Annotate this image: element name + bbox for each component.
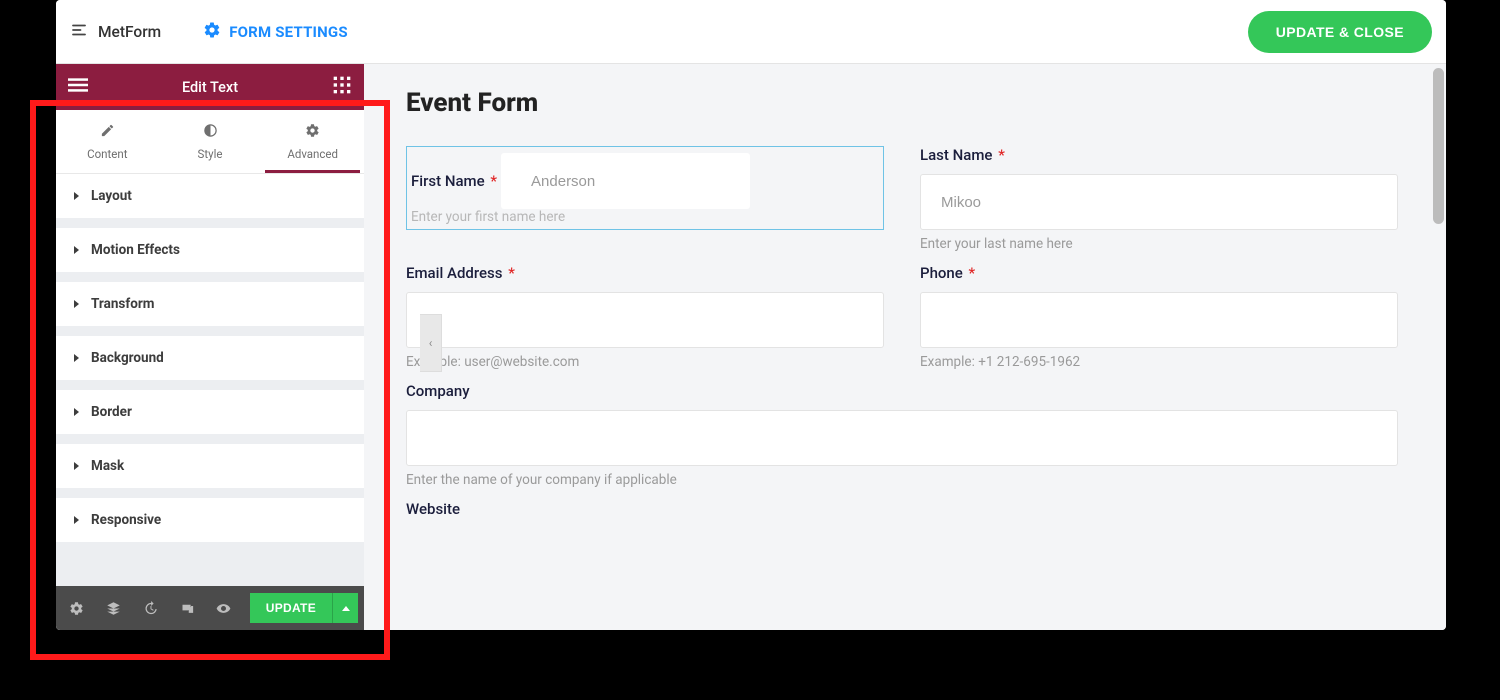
phone-field[interactable]: Phone * Example: +1 212-695-1962 (920, 264, 1398, 370)
panel-background[interactable]: Background (56, 336, 364, 380)
canvas-wrap: Event Form First Name * Enter your first… (364, 64, 1446, 630)
chevron-right-icon (74, 300, 79, 308)
apps-icon[interactable] (332, 75, 352, 99)
form-settings-link[interactable]: FORM SETTINGS (203, 21, 348, 43)
tab-content-label: Content (87, 147, 127, 161)
required-marker: * (490, 172, 497, 190)
form-row-2: Email Address * Example: user@website.co… (406, 264, 1398, 382)
menu-icon[interactable] (68, 75, 88, 99)
editor-header: Edit Text (56, 64, 364, 110)
scrollbar-thumb[interactable] (1433, 68, 1444, 224)
editor-title: Edit Text (182, 79, 238, 96)
chevron-right-icon (74, 354, 79, 362)
sidebar: Edit Text Content Style Advanced (56, 64, 364, 630)
update-button[interactable]: UPDATE (250, 593, 332, 623)
chevron-right-icon (74, 192, 79, 200)
chevron-right-icon (74, 462, 79, 470)
first-name-input[interactable] (501, 153, 750, 209)
metform-icon (70, 21, 88, 43)
phone-help: Example: +1 212-695-1962 (920, 354, 1398, 370)
panel-label: Responsive (91, 512, 161, 528)
email-help: Example: user@website.com (406, 354, 884, 370)
panel-label: Background (91, 350, 164, 366)
chevron-right-icon (74, 246, 79, 254)
update-and-close-button[interactable]: UPDATE & CLOSE (1248, 11, 1432, 53)
sidebar-footer: UPDATE (56, 586, 364, 630)
canvas: Event Form First Name * Enter your first… (364, 64, 1446, 550)
tab-style-label: Style (198, 147, 223, 161)
panel-responsive[interactable]: Responsive (56, 498, 364, 542)
form-row-1: First Name * Enter your first name here … (406, 146, 1398, 264)
tab-advanced-label: Advanced (287, 147, 338, 161)
pencil-icon (100, 123, 115, 141)
phone-label: Phone * (920, 264, 1398, 282)
update-dropdown-button[interactable] (332, 593, 358, 623)
gear-icon (305, 123, 320, 141)
first-name-help: Enter your first name here (407, 209, 883, 225)
last-name-help: Enter your last name here (920, 236, 1398, 252)
company-help: Enter the name of your company if applic… (406, 472, 1398, 488)
panel-motion-effects[interactable]: Motion Effects (56, 228, 364, 272)
required-marker: * (969, 264, 976, 282)
responsive-tool[interactable] (176, 597, 198, 619)
chevron-up-icon (342, 606, 350, 611)
panel-label: Layout (91, 188, 132, 204)
panel-layout[interactable]: Layout (56, 174, 364, 218)
panel-transform[interactable]: Transform (56, 282, 364, 326)
preview-tool[interactable] (213, 597, 235, 619)
form-title: Event Form (406, 88, 1398, 118)
advanced-panels: Layout Motion Effects Transform Backgrou… (56, 174, 364, 586)
first-name-label: First Name * (407, 172, 497, 190)
company-label: Company (406, 382, 1398, 400)
panel-label: Transform (91, 296, 154, 312)
website-field[interactable]: Website (406, 500, 1398, 528)
phone-input[interactable] (920, 292, 1398, 348)
website-label: Website (406, 500, 1398, 518)
company-field[interactable]: Company Enter the name of your company i… (406, 382, 1398, 488)
required-marker: * (998, 146, 1005, 164)
tab-content[interactable]: Content (56, 110, 159, 173)
update-split: UPDATE (250, 593, 358, 623)
scrollbar-track[interactable] (1433, 68, 1444, 628)
tabstrip: Content Style Advanced (56, 110, 364, 174)
company-input[interactable] (406, 410, 1398, 466)
email-input[interactable] (406, 292, 884, 348)
tab-advanced[interactable]: Advanced (261, 110, 364, 173)
body: Edit Text Content Style Advanced (56, 64, 1446, 630)
email-label: Email Address * (406, 264, 884, 282)
topbar: MetForm FORM SETTINGS UPDATE & CLOSE (56, 0, 1446, 64)
form-settings-label: FORM SETTINGS (229, 23, 348, 41)
collapse-sidebar-handle[interactable]: ‹ (420, 314, 442, 372)
last-name-label: Last Name * (920, 146, 1398, 164)
panel-label: Motion Effects (91, 242, 180, 258)
brand: MetForm (70, 21, 161, 43)
contrast-icon (203, 123, 218, 141)
navigator-tool[interactable] (103, 597, 125, 619)
last-name-input[interactable] (920, 174, 1398, 230)
required-marker: * (508, 264, 515, 282)
app-frame: MetForm FORM SETTINGS UPDATE & CLOSE Edi… (56, 0, 1446, 630)
panel-border[interactable]: Border (56, 390, 364, 434)
panel-mask[interactable]: Mask (56, 444, 364, 488)
chevron-right-icon (74, 516, 79, 524)
chevron-right-icon (74, 408, 79, 416)
history-tool[interactable] (140, 597, 162, 619)
gear-icon (203, 21, 221, 43)
panel-label: Mask (91, 458, 124, 474)
last-name-field[interactable]: Last Name * Enter your last name here (920, 146, 1398, 252)
chevron-left-icon: ‹ (429, 336, 433, 350)
first-name-field[interactable]: First Name * Enter your first name here (406, 146, 884, 252)
email-field[interactable]: Email Address * Example: user@website.co… (406, 264, 884, 370)
panel-label: Border (91, 404, 132, 420)
brand-label: MetForm (98, 23, 161, 41)
tab-style[interactable]: Style (159, 110, 262, 173)
settings-tool[interactable] (66, 597, 88, 619)
